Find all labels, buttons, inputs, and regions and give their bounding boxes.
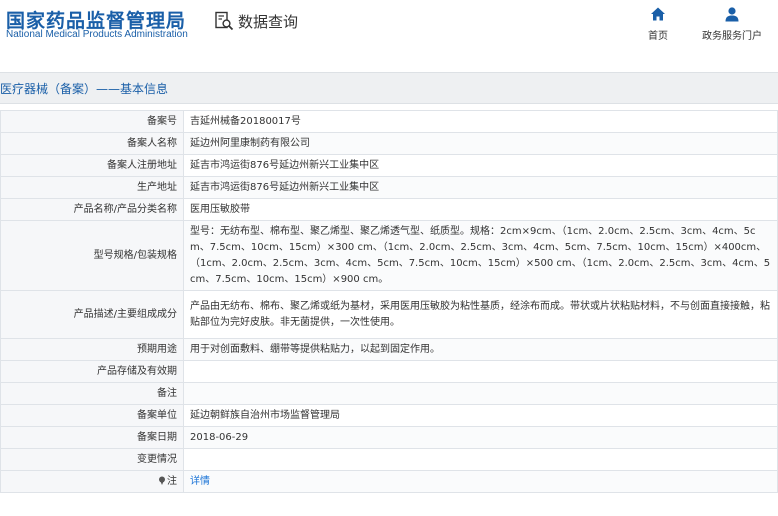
nav-service-portal-label: 政务服务门户 (702, 31, 762, 42)
search-document-icon (215, 11, 234, 31)
field-value: 延边州阿里康制药有限公司 (183, 132, 778, 155)
table-row: 产品描述/主要组成成分 产品由无纺布、棉布、聚乙烯或纸为基材，采用医用压敏胶为粘性… (0, 290, 778, 339)
field-label: 预期用途 (0, 338, 184, 361)
nav-home-label: 首页 (648, 31, 668, 42)
field-label: 备案日期 (0, 426, 184, 449)
field-label: 备案人注册地址 (0, 154, 184, 177)
field-value: 医用压敏胶带 (183, 198, 778, 221)
home-icon (651, 7, 665, 21)
note-label: 注 (167, 475, 177, 487)
table-row: 备案日期 2018-06-29 (0, 426, 778, 449)
field-value: 延吉市鸿运街876号延边州新兴工业集中区 (183, 176, 778, 199)
page-title-bar: 医疗器械（备案）——基本信息 (0, 72, 778, 104)
page-title: 医疗器械（备案）——基本信息 (0, 81, 169, 96)
field-value (183, 448, 778, 471)
table-row: 产品存储及有效期 (0, 360, 778, 383)
field-value: 延吉市鸿运街876号延边州新兴工业集中区 (183, 154, 778, 177)
table-row: 产品名称/产品分类名称 医用压敏胶带 (0, 198, 778, 221)
table-row: 型号规格/包装规格 型号：无纺布型、棉布型、聚乙烯型、聚乙烯透气型、纸质型。规格：… (0, 220, 778, 291)
field-label: 备注 (0, 382, 184, 405)
table-row: 备案人注册地址 延吉市鸿运街876号延边州新兴工业集中区 (0, 154, 778, 177)
note-value-cell: 详情 (183, 470, 778, 493)
nav-home[interactable]: 首页 (648, 6, 668, 42)
field-value: 2018-06-29 (183, 426, 778, 449)
logo-title-en[interactable]: National Medical Products Administration (6, 29, 188, 40)
table-row: 备注 (0, 382, 778, 405)
table-row: 变更情况 (0, 448, 778, 471)
field-value: 延边朝鲜族自治州市场监督管理局 (183, 404, 778, 427)
note-label-cell: 注 (0, 470, 184, 493)
field-label: 产品描述/主要组成成分 (0, 290, 184, 339)
record-table: 备案号 吉延州械备20180017号 备案人名称 延边州阿里康制药有限公司 备案人注册地… (0, 110, 778, 493)
data-query-link[interactable]: 数据查询 (214, 10, 298, 32)
field-value: 产品由无纺布、棉布、聚乙烯或纸为基材，采用医用压敏胶为粘性基质，经涂布而成。带状… (183, 290, 778, 339)
table-row: 预期用途 用于对创面敷料、绷带等提供粘贴力，以起到固定作用。 (0, 338, 778, 361)
field-value: 型号：无纺布型、棉布型、聚乙烯型、聚乙烯透气型、纸质型。规格：2cm×9cm、（… (183, 220, 778, 291)
table-row: 生产地址 延吉市鸿运街876号延边州新兴工业集中区 (0, 176, 778, 199)
field-value (183, 360, 778, 383)
nav-service-portal[interactable]: 政务服务门户 (702, 6, 762, 42)
field-label: 变更情况 (0, 448, 184, 471)
field-label: 产品名称/产品分类名称 (0, 198, 184, 221)
data-query-label: 数据查询 (238, 12, 299, 31)
table-row: 备案人名称 延边州阿里康制药有限公司 (0, 132, 778, 155)
field-value: 吉延州械备20180017号 (183, 110, 778, 133)
site-header: 国家药品监督管理局 National Medical Products Admi… (0, 0, 778, 64)
note-row: 注 详情 (0, 470, 778, 493)
table-row: 备案号 吉延州械备20180017号 (0, 110, 778, 133)
field-label: 备案号 (0, 110, 184, 133)
field-label: 备案单位 (0, 404, 184, 427)
field-label: 生产地址 (0, 176, 184, 199)
field-label: 型号规格/包装规格 (0, 220, 184, 291)
field-value (183, 382, 778, 405)
pin-icon (159, 476, 165, 485)
field-label: 备案人名称 (0, 132, 184, 155)
details-link[interactable]: 详情 (190, 476, 210, 487)
field-value: 用于对创面敷料、绷带等提供粘贴力，以起到固定作用。 (183, 338, 778, 361)
user-icon (725, 7, 739, 22)
table-row: 备案单位 延边朝鲜族自治州市场监督管理局 (0, 404, 778, 427)
field-label: 产品存储及有效期 (0, 360, 184, 383)
